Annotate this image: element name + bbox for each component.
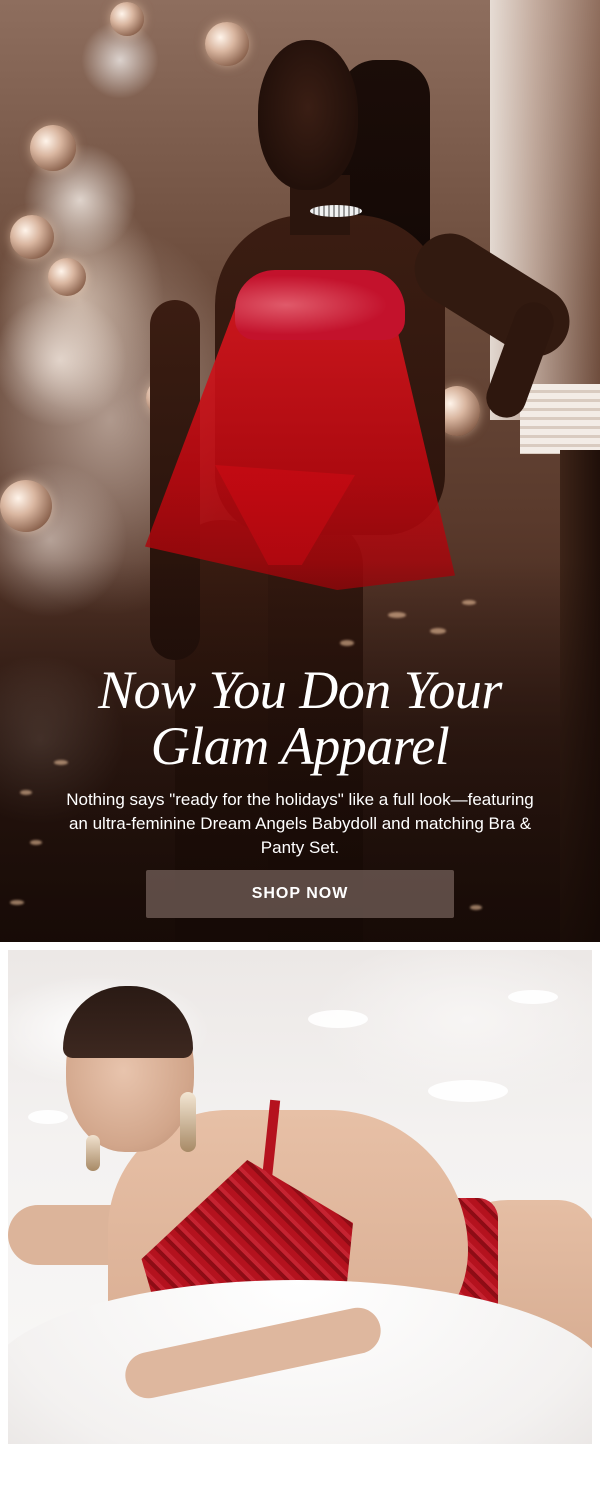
bokeh-light [430, 628, 446, 634]
bokeh-light [10, 900, 24, 905]
ornament-image [30, 125, 76, 171]
snow-texture [28, 1110, 68, 1124]
bokeh-light [20, 790, 32, 795]
hero-headline-line: Now You Don Your [98, 660, 502, 720]
hero-description: Nothing says "ready for the holidays" li… [66, 790, 534, 857]
model-head-image [258, 40, 358, 190]
ornament-image [48, 258, 86, 296]
bokeh-light [30, 840, 42, 845]
hero-mantel-image [520, 384, 600, 454]
model-hair-image [63, 986, 193, 1058]
product-image-snow[interactable] [8, 950, 592, 1444]
earring-image [86, 1135, 100, 1171]
ornament-image [205, 22, 249, 66]
ornament-image [0, 480, 52, 532]
ornament-image [110, 2, 144, 36]
bokeh-light [462, 600, 476, 605]
hero-headline: Now You Don Your Glam Apparel [0, 662, 600, 774]
snow-texture [428, 1080, 508, 1102]
red-bra-image [235, 270, 405, 340]
bokeh-light [388, 612, 406, 618]
bokeh-light [470, 905, 482, 910]
hero-banner[interactable]: Now You Don Your Glam Apparel Nothing sa… [0, 0, 600, 942]
bokeh-light [340, 640, 354, 646]
snow-texture [508, 990, 558, 1004]
ornament-image [10, 215, 54, 259]
snow-texture [308, 1010, 368, 1028]
hero-headline-line: Glam Apparel [150, 716, 450, 776]
shop-now-button[interactable]: SHOP NOW [146, 870, 454, 918]
model-choker-image [310, 205, 362, 217]
earring-image [180, 1092, 196, 1152]
